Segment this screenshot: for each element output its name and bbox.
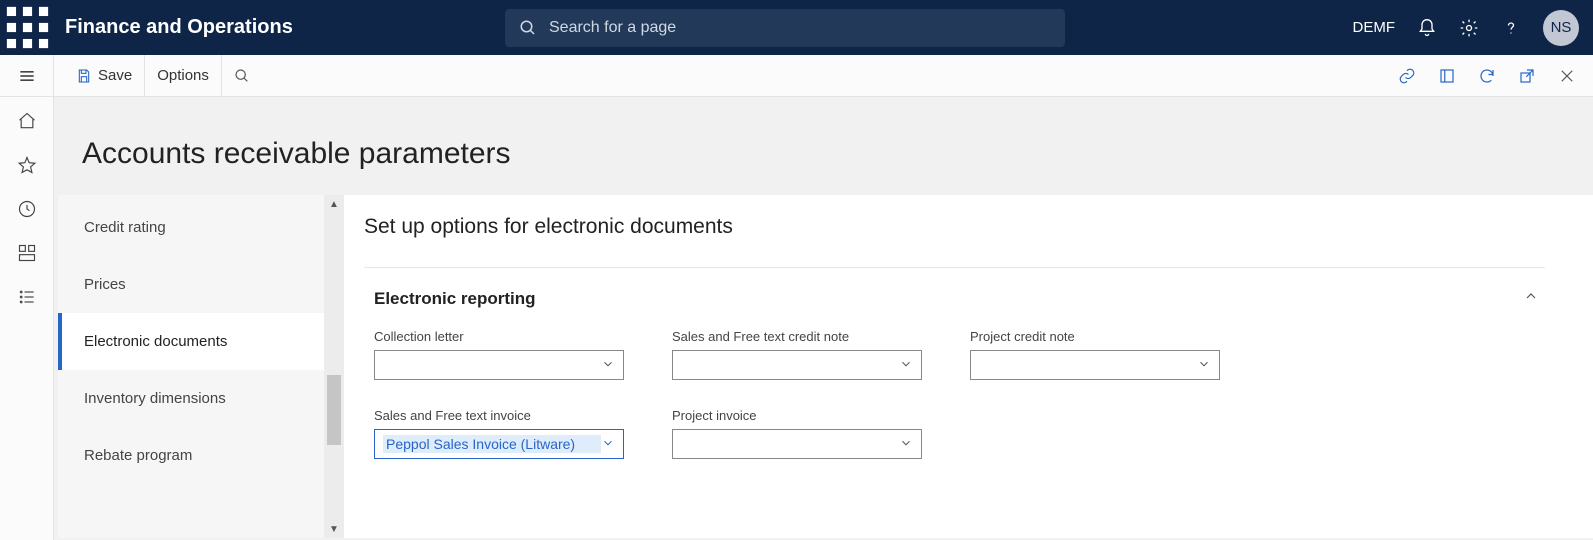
combo-value: Peppol Sales Invoice (Litware) bbox=[383, 435, 601, 453]
chevron-down-icon bbox=[601, 436, 615, 453]
collection-letter-combo[interactable] bbox=[374, 350, 624, 380]
office-icon bbox=[1438, 67, 1456, 85]
app-launcher-button[interactable] bbox=[0, 0, 55, 55]
global-search-input[interactable] bbox=[549, 19, 1051, 37]
header-right: DEMF NS bbox=[1353, 10, 1593, 46]
actionbar-search-button[interactable] bbox=[222, 68, 262, 84]
field-label: Collection letter bbox=[374, 329, 624, 344]
popout-icon bbox=[1518, 67, 1536, 85]
gear-icon bbox=[1459, 18, 1479, 38]
sidetab-rebate-program[interactable]: Rebate program bbox=[58, 427, 324, 484]
project-invoice-combo[interactable] bbox=[672, 429, 922, 459]
search-icon bbox=[519, 19, 537, 37]
sales-free-text-invoice-combo[interactable]: Peppol Sales Invoice (Litware) bbox=[374, 429, 624, 459]
left-nav-rail bbox=[0, 97, 54, 540]
save-icon bbox=[76, 68, 92, 84]
page-title: Accounts receivable parameters bbox=[54, 97, 1593, 195]
content-row: Credit rating Prices Electronic document… bbox=[54, 195, 1593, 538]
nav-favorites[interactable] bbox=[17, 155, 37, 175]
nav-modules[interactable] bbox=[17, 287, 37, 307]
refresh-icon bbox=[1478, 67, 1496, 85]
chevron-down-icon bbox=[899, 357, 913, 374]
section-label: Electronic reporting bbox=[374, 289, 536, 309]
close-button[interactable] bbox=[1547, 55, 1587, 97]
project-credit-note-combo[interactable] bbox=[970, 350, 1220, 380]
popout-button[interactable] bbox=[1507, 55, 1547, 97]
field-sales-free-text-credit-note: Sales and Free text credit note bbox=[672, 329, 922, 380]
attachments-button[interactable] bbox=[1387, 55, 1427, 97]
fields-grid: Collection letter Sales and Free text cr… bbox=[364, 329, 1545, 459]
close-icon bbox=[1558, 67, 1576, 85]
action-bar: Save Options bbox=[54, 55, 1593, 97]
section-electronic-reporting[interactable]: Electronic reporting bbox=[364, 268, 1545, 329]
form-panel: Set up options for electronic documents … bbox=[344, 195, 1593, 538]
field-label: Sales and Free text credit note bbox=[672, 329, 922, 344]
tiles-icon bbox=[17, 243, 37, 263]
chevron-up-icon bbox=[1523, 288, 1539, 309]
nav-recent[interactable] bbox=[17, 199, 37, 219]
chevron-down-icon bbox=[899, 436, 913, 453]
search-icon bbox=[234, 68, 250, 84]
scroll-down-icon[interactable]: ▼ bbox=[324, 520, 344, 538]
options-label: Options bbox=[157, 67, 209, 84]
home-icon bbox=[17, 111, 37, 131]
chevron-down-icon bbox=[1197, 357, 1211, 374]
field-collection-letter: Collection letter bbox=[374, 329, 624, 380]
waffle-icon bbox=[0, 0, 55, 55]
brand-title: Finance and Operations bbox=[65, 16, 293, 39]
question-icon bbox=[1501, 18, 1521, 38]
actionbar-right bbox=[1387, 55, 1593, 97]
sidetab-inventory-dimensions[interactable]: Inventory dimensions bbox=[58, 370, 324, 427]
sidetab-electronic-documents[interactable]: Electronic documents bbox=[58, 313, 324, 370]
page-body: Accounts receivable parameters Credit ra… bbox=[54, 97, 1593, 540]
form-title: Set up options for electronic documents bbox=[364, 215, 1545, 268]
field-project-invoice: Project invoice bbox=[672, 408, 922, 459]
nav-home[interactable] bbox=[17, 111, 37, 131]
save-button[interactable]: Save bbox=[64, 55, 145, 96]
clock-icon bbox=[17, 199, 37, 219]
sidetab-credit-rating[interactable]: Credit rating bbox=[58, 199, 324, 256]
link-icon bbox=[1398, 67, 1416, 85]
company-picker[interactable]: DEMF bbox=[1353, 19, 1396, 36]
options-button[interactable]: Options bbox=[145, 55, 222, 96]
field-label: Sales and Free text invoice bbox=[374, 408, 624, 423]
refresh-button[interactable] bbox=[1467, 55, 1507, 97]
list-icon bbox=[17, 287, 37, 307]
save-label: Save bbox=[98, 67, 132, 84]
hamburger-icon bbox=[17, 66, 37, 86]
field-label: Project invoice bbox=[672, 408, 922, 423]
sidetab-scrollbar[interactable]: ▲ ▼ bbox=[324, 195, 344, 538]
settings-button[interactable] bbox=[1459, 18, 1479, 38]
nav-toggle-button[interactable] bbox=[0, 55, 54, 97]
global-search[interactable] bbox=[505, 9, 1065, 47]
scroll-up-icon[interactable]: ▲ bbox=[324, 195, 344, 213]
side-tab-list: Credit rating Prices Electronic document… bbox=[58, 195, 324, 538]
sidetab-prices[interactable]: Prices bbox=[58, 256, 324, 313]
star-icon bbox=[17, 155, 37, 175]
field-project-credit-note: Project credit note bbox=[970, 329, 1220, 380]
field-label: Project credit note bbox=[970, 329, 1220, 344]
notifications-button[interactable] bbox=[1417, 18, 1437, 38]
bell-icon bbox=[1417, 18, 1437, 38]
chevron-down-icon bbox=[601, 357, 615, 374]
global-header: Finance and Operations DEMF NS bbox=[0, 0, 1593, 55]
office-addin-button[interactable] bbox=[1427, 55, 1467, 97]
field-sales-free-text-invoice: Sales and Free text invoice Peppol Sales… bbox=[374, 408, 624, 459]
nav-workspaces[interactable] bbox=[17, 243, 37, 263]
sales-free-text-credit-note-combo[interactable] bbox=[672, 350, 922, 380]
scroll-thumb[interactable] bbox=[327, 375, 341, 445]
user-avatar[interactable]: NS bbox=[1543, 10, 1579, 46]
help-button[interactable] bbox=[1501, 18, 1521, 38]
